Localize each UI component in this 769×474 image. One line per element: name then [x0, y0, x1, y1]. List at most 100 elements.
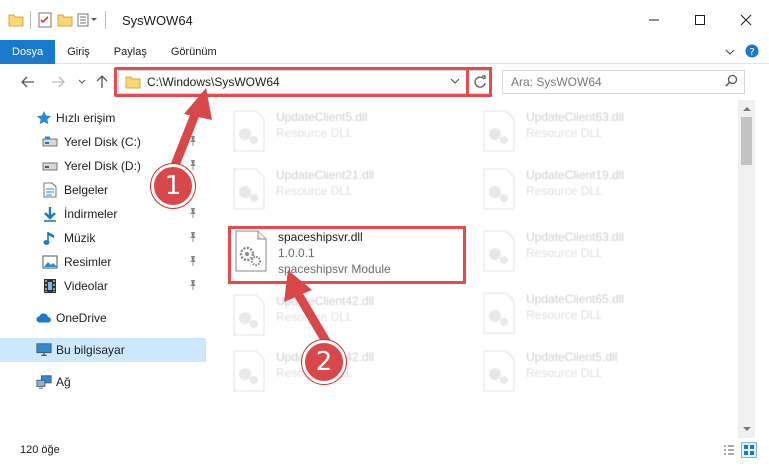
search-box[interactable]: Ara: SysWOW64: [502, 70, 745, 94]
properties-icon[interactable]: [37, 9, 53, 31]
file-name: UpdateClient42.dll: [276, 294, 375, 308]
sidebar-item-local-disk-c[interactable]: Yerel Disk (C:): [0, 130, 206, 154]
network-icon: [36, 374, 52, 390]
dll-file-icon: [233, 168, 265, 210]
item-count: 120 öğe: [20, 444, 60, 456]
sidebar-item-network[interactable]: Ağ: [0, 370, 206, 394]
file-name: UpdateClient63.dll: [526, 110, 625, 124]
ribbon-right-controls: ?: [725, 40, 759, 64]
expand-ribbon-icon[interactable]: [725, 45, 735, 59]
customize-toolbar-icon[interactable]: [77, 9, 99, 31]
dll-file-icon: [483, 168, 515, 210]
navigation-pane: Hızlı erişim Yerel Disk (C:) Yerel Disk …: [0, 100, 206, 438]
tiles-view-icon: [744, 445, 754, 455]
list-item[interactable]: UpdateClient63.dll Resource DLL: [476, 104, 706, 158]
title-bar: SysWOW64: [0, 0, 769, 40]
drive-icon: [42, 134, 58, 150]
star-icon: [36, 110, 52, 126]
arrow-left-icon: [21, 76, 34, 88]
dll-file-icon: [483, 110, 515, 152]
search-icon: [725, 74, 738, 90]
refresh-highlight: [466, 67, 492, 97]
file-name: UpdateClient65.dll: [526, 292, 625, 306]
close-button[interactable]: [723, 0, 769, 40]
pin-icon[interactable]: [188, 279, 198, 294]
new-folder-icon[interactable]: [57, 9, 73, 31]
tab-file[interactable]: Dosya: [0, 39, 56, 64]
sidebar-item-videos[interactable]: Videolar: [0, 274, 206, 298]
sidebar-item-pictures[interactable]: Resimler: [0, 250, 206, 274]
sidebar-item-label: Ağ: [56, 375, 71, 389]
file-description: Resource DLL: [526, 126, 603, 140]
toolbar-divider: [30, 11, 31, 29]
file-highlight: [228, 226, 466, 284]
details-view-button[interactable]: [721, 442, 737, 458]
computer-icon: [36, 342, 52, 358]
minimize-button[interactable]: [631, 0, 677, 40]
videos-icon: [42, 278, 58, 294]
scroll-up-button[interactable]: [738, 100, 755, 117]
list-item[interactable]: UpdateClient21.dll Resource DLL: [226, 162, 456, 216]
list-item[interactable]: UpdateClient65.dll Resource DLL: [476, 286, 706, 340]
sidebar-item-label: İndirmeler: [64, 207, 118, 221]
sidebar-item-label: Bu bilgisayar: [56, 343, 125, 357]
pin-icon[interactable]: [188, 255, 198, 270]
tab-share[interactable]: Paylaş: [102, 40, 159, 64]
tab-view[interactable]: Görünüm: [159, 40, 229, 64]
up-button[interactable]: [92, 72, 112, 92]
toolbar-divider: [105, 11, 106, 29]
pin-icon[interactable]: [188, 207, 198, 222]
maximize-button[interactable]: [677, 0, 723, 40]
quick-access-toolbar: SysWOW64: [8, 0, 193, 40]
sidebar-item-quick-access[interactable]: Hızlı erişim: [0, 106, 206, 130]
sidebar-item-this-pc[interactable]: Bu bilgisayar: [0, 338, 206, 362]
list-item[interactable]: UpdateClient19.dll Resource DLL: [476, 162, 706, 216]
sidebar-item-label: Müzik: [64, 231, 96, 245]
list-item[interactable]: UpdateClient5.dll Resource DLL: [476, 344, 706, 398]
search-input[interactable]: Ara: SysWOW64: [511, 75, 725, 89]
file-description: Resource DLL: [276, 126, 353, 140]
file-description: Resource DLL: [276, 184, 353, 198]
back-button[interactable]: [18, 72, 38, 92]
list-item[interactable]: UpdateClient42.dll Resource DLL: [226, 288, 456, 342]
sidebar-item-label: Hızlı erişim: [56, 111, 116, 125]
file-description: Resource DLL: [526, 366, 603, 380]
scroll-thumb[interactable]: [741, 117, 752, 165]
chevron-up-icon: [742, 107, 751, 111]
annotation-badge-2: 2: [302, 340, 346, 384]
vertical-scrollbar[interactable]: [738, 100, 755, 438]
tab-home[interactable]: Giriş: [55, 40, 102, 64]
ribbon-tabs: Dosya Giriş Paylaş Görünüm ?: [0, 39, 769, 64]
window-bottom: [0, 462, 769, 474]
annotation-badge-1: 1: [151, 164, 195, 208]
list-item[interactable]: UpdateClient5.dll Resource DLL: [226, 104, 456, 158]
file-description: Resource DLL: [526, 308, 603, 322]
forward-button[interactable]: [48, 72, 68, 92]
sidebar-item-label: Yerel Disk (C:): [64, 135, 141, 149]
arrow-up-icon: [96, 75, 108, 88]
file-name: UpdateClient5.dll: [276, 110, 368, 124]
file-name: UpdateClient63.dll: [526, 230, 625, 244]
maximize-icon: [695, 15, 705, 25]
chevron-down-icon: [78, 79, 86, 84]
sidebar-item-label: Videolar: [64, 279, 108, 293]
sidebar-item-music[interactable]: Müzik: [0, 226, 206, 250]
file-description: Resource DLL: [526, 246, 603, 260]
recent-locations-button[interactable]: [72, 72, 92, 92]
view-switcher: [721, 442, 757, 458]
pin-icon[interactable]: [188, 231, 198, 246]
list-item[interactable]: UpdateClient63.dll Resource DLL: [476, 224, 706, 278]
tiles-view-button[interactable]: [741, 442, 757, 458]
window-title: SysWOW64: [122, 12, 193, 28]
sidebar-item-onedrive[interactable]: OneDrive: [0, 306, 206, 330]
sidebar-item-label: Yerel Disk (D:): [64, 159, 141, 173]
sidebar-item-label: Resimler: [64, 255, 112, 269]
help-icon[interactable]: ?: [745, 44, 759, 61]
music-icon: [42, 230, 58, 246]
dll-file-icon: [483, 230, 515, 272]
scroll-down-button[interactable]: [738, 421, 755, 438]
folder-icon: [8, 9, 24, 31]
status-bar: 120 öğe: [0, 438, 769, 462]
minimize-icon: [649, 19, 659, 21]
pin-icon[interactable]: [188, 135, 198, 150]
